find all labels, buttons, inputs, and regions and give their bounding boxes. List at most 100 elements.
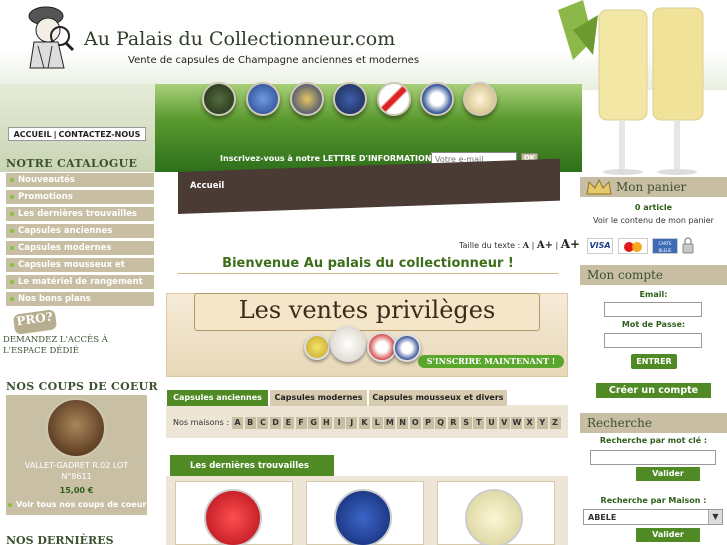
chevron-down-icon[interactable]: ▼ xyxy=(708,510,722,524)
maison-letter-c[interactable]: C xyxy=(257,417,269,429)
maison-search-button[interactable]: Valider xyxy=(636,528,700,542)
keyword-search-button[interactable]: Valider xyxy=(636,467,700,481)
compte-title: Mon compte xyxy=(587,268,663,282)
crown-icon xyxy=(586,178,612,195)
nav-separator: | xyxy=(53,129,57,139)
mastercard-icon xyxy=(618,238,648,254)
welcome-divider xyxy=(178,273,558,274)
keyword-search-input[interactable] xyxy=(590,450,716,465)
header-capsule-2 xyxy=(246,82,280,116)
coeur-capsule-image[interactable] xyxy=(46,398,106,458)
text-size-sep-1: | xyxy=(531,241,535,250)
maison-letter-i[interactable]: I xyxy=(333,417,345,429)
pro-access-link[interactable]: DEMANDEZ L'ACCÈS À L'ESPACE DÉDIÉ xyxy=(3,335,108,357)
breadcrumb[interactable]: Accueil xyxy=(190,181,224,191)
maison-letter-d[interactable]: D xyxy=(270,417,282,429)
maison-letter-f[interactable]: F xyxy=(295,417,307,429)
maison-letter-s[interactable]: S xyxy=(460,417,472,429)
sidebar-item-mousseux[interactable]: Capsules mousseux et divers xyxy=(6,258,154,284)
pro-text-line-2: L'ESPACE DÉDIÉ xyxy=(3,346,79,356)
sidebar-item-trouvailles[interactable]: Les dernières trouvailles xyxy=(6,207,154,221)
banner-capsule-2 xyxy=(330,326,366,362)
motcle-label: Recherche par mot clé : xyxy=(599,436,708,445)
panier-count: 0 article xyxy=(634,203,673,212)
newsletter-label: Inscrivez-vous à notre LETTRE D'INFORMAT… xyxy=(220,154,438,163)
panier-view-link[interactable]: Voir le contenu de mon panier xyxy=(580,216,727,225)
maison-letter-z[interactable]: Z xyxy=(549,417,561,429)
maison-letter-p[interactable]: P xyxy=(422,417,434,429)
welcome-heading: Bienvenue Au palais du collectionneur ! xyxy=(222,256,514,271)
carte-bleue-icon: CARTE BLEUE xyxy=(652,238,678,254)
text-size-sep-2: | xyxy=(555,241,559,250)
coeur-name-line-2: N°8611 xyxy=(61,472,92,481)
text-size-label: Taille du texte : xyxy=(459,241,521,250)
maison-letter-q[interactable]: Q xyxy=(435,417,447,429)
maisons-label: Nos maisons : xyxy=(173,418,230,427)
product-capsule-3[interactable] xyxy=(465,489,523,545)
maison-letter-x[interactable]: X xyxy=(524,417,536,429)
catalogue-title: NOTRE CATALOGUE xyxy=(6,157,138,170)
sidebar-item-materiel[interactable]: Le matériel de rangement xyxy=(6,275,154,289)
sidebar-item-nouveautes[interactable]: Nouveautés xyxy=(6,173,154,187)
nav-contact-link[interactable]: CONTACTEZ-NOUS xyxy=(58,130,140,139)
maison-letter-l[interactable]: L xyxy=(371,417,383,429)
maison-letter-k[interactable]: K xyxy=(359,417,370,429)
header-capsule-6 xyxy=(420,82,454,116)
sidebar-item-promotions[interactable]: Promotions xyxy=(6,190,154,204)
maison-letter-h[interactable]: H xyxy=(320,417,332,429)
maison-letter-o[interactable]: O xyxy=(409,417,421,429)
maison-letter-j[interactable]: J xyxy=(346,417,358,429)
maison-letter-y[interactable]: Y xyxy=(536,417,548,429)
banner-signup-button[interactable]: S'INSCRIRE MAINTENANT ! xyxy=(418,355,564,368)
header-capsule-7 xyxy=(463,82,497,116)
coeur-price: 15,00 € xyxy=(59,486,94,495)
maison-letter-t[interactable]: T xyxy=(473,417,485,429)
lock-icon xyxy=(682,237,694,254)
maison-letter-r[interactable]: R xyxy=(447,417,459,429)
maison-letter-a[interactable]: A xyxy=(232,417,243,429)
login-submit-button[interactable]: ENTRER xyxy=(631,354,677,369)
nav-accueil-link[interactable]: ACCUEIL xyxy=(14,130,52,139)
banner-capsule-4 xyxy=(393,334,421,362)
tab-capsules-anciennes[interactable]: Capsules anciennes xyxy=(167,390,268,406)
product-capsule-1[interactable] xyxy=(204,489,262,545)
maison-letter-b[interactable]: B xyxy=(244,417,256,429)
text-size-a-plus[interactable]: A+ xyxy=(537,240,553,251)
sidebar-item-anciennes[interactable]: Capsules anciennes xyxy=(6,224,154,238)
maison-select[interactable]: ABELE ▼ xyxy=(583,509,723,525)
maison-letter-n[interactable]: N xyxy=(397,417,409,429)
login-password-input[interactable] xyxy=(604,333,702,348)
sidebar-item-modernes[interactable]: Capsules modernes xyxy=(6,241,154,255)
coeur-see-all-link[interactable]: Voir tous nos coups de coeurs xyxy=(8,500,151,509)
pro-text-line-1: DEMANDEZ L'ACCÈS À xyxy=(3,335,108,345)
tab-capsules-modernes[interactable]: Capsules modernes xyxy=(270,390,367,406)
maison-letter-u[interactable]: U xyxy=(486,417,497,429)
trouvailles-header[interactable]: Les dernières trouvailles xyxy=(170,455,334,477)
champagne-glasses-image xyxy=(558,0,704,175)
pro-badge[interactable]: PRO? xyxy=(12,309,58,335)
maison-select-value: ABELE xyxy=(588,513,617,522)
site-title[interactable]: Au Palais du Collectionneur.com xyxy=(84,28,395,50)
maison-letter-g[interactable]: G xyxy=(308,417,320,429)
header-capsule-4 xyxy=(333,82,367,116)
coups-de-coeur-title: NOS COUPS DE COEUR xyxy=(6,380,158,393)
recherche-title: Recherche xyxy=(587,416,652,430)
text-size-a-plus-plus[interactable]: A+ xyxy=(561,237,580,251)
page: Au Palais du Collectionneur.com Vente de… xyxy=(0,0,727,545)
maison-letter-w[interactable]: W xyxy=(511,417,523,429)
header-capsule-3 xyxy=(290,82,324,116)
create-account-button[interactable]: Créer un compte xyxy=(596,383,711,398)
login-email-input[interactable] xyxy=(604,302,702,317)
coeur-product-name[interactable]: VALLET-GADRET R.02 LOT N°8611 xyxy=(6,460,147,482)
site-tagline: Vente de capsules de Champagne anciennes… xyxy=(128,55,420,66)
maison-letter-e[interactable]: E xyxy=(282,417,294,429)
maison-letter-m[interactable]: M xyxy=(384,417,396,429)
top-nav: ACCUEIL | CONTACTEZ-NOUS xyxy=(8,127,146,141)
tab-capsules-mousseux[interactable]: Capsules mousseux et divers xyxy=(369,390,507,406)
product-capsule-2[interactable] xyxy=(334,489,392,545)
text-size-a[interactable]: A xyxy=(523,240,529,250)
banner-title: Les ventes privilèges xyxy=(238,296,496,324)
maison-letter-v[interactable]: V xyxy=(498,417,510,429)
collector-mascot-logo[interactable] xyxy=(24,2,76,70)
sidebar-item-bons-plans[interactable]: Nos bons plans xyxy=(6,292,154,306)
